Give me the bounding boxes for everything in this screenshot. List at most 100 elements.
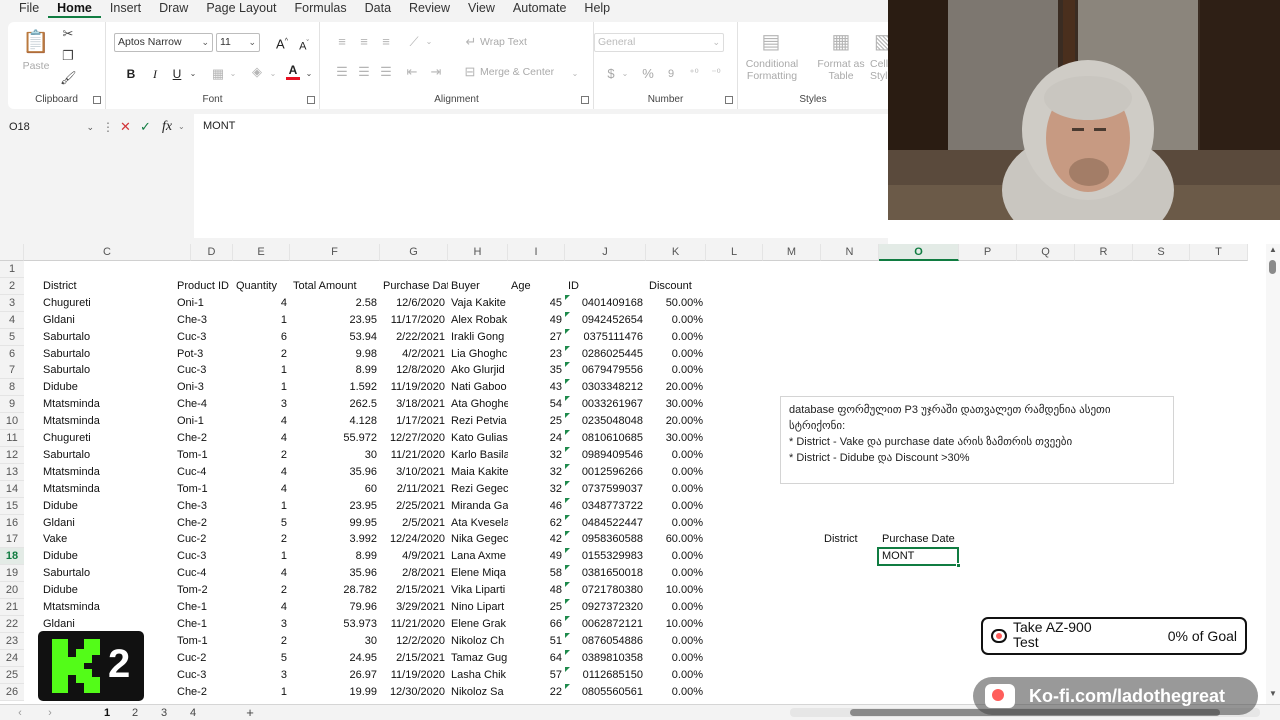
id-cell[interactable]: 0401409168 — [565, 294, 646, 312]
data-cell[interactable]: 24.95 — [290, 650, 380, 667]
data-cell[interactable]: 57 — [508, 667, 565, 684]
id-cell[interactable]: 0810610685 — [565, 430, 646, 447]
data-cell[interactable]: 262.5 — [290, 396, 380, 413]
format-as-table-icon[interactable]: ▦ — [828, 30, 854, 54]
kofi-link[interactable]: Ko-fi.com/ladothegreat — [1029, 684, 1225, 708]
chevron-down-icon[interactable]: ⌄ — [620, 66, 630, 82]
cell-styles-button[interactable]: CellStyles — [870, 58, 888, 82]
data-cell[interactable]: 60.00% — [646, 531, 706, 548]
data-cell[interactable]: Chugureti — [40, 430, 170, 447]
column-header-n[interactable]: N — [821, 244, 879, 261]
row-header-26[interactable]: 26 — [0, 683, 24, 701]
menu-data[interactable]: Data — [356, 0, 400, 18]
data-cell[interactable]: 2/5/2021 — [380, 515, 448, 532]
data-cell[interactable]: Gldani — [40, 312, 170, 329]
data-cell[interactable]: 53.973 — [290, 616, 380, 633]
id-cell[interactable]: 0235048048 — [565, 413, 646, 430]
id-cell[interactable]: 0484522447 — [565, 514, 646, 532]
data-cell[interactable]: 2/8/2021 — [380, 565, 448, 582]
data-cell[interactable]: 12/8/2020 — [380, 362, 448, 379]
conditional-formatting-icon[interactable]: ▤ — [758, 30, 784, 54]
data-cell[interactable]: 27 — [508, 329, 565, 346]
data-cell[interactable]: 4.128 — [290, 413, 380, 430]
data-cell[interactable]: Oni-1 — [174, 413, 232, 430]
data-cell[interactable]: 30.00% — [646, 396, 706, 413]
data-cell[interactable]: Mtatsminda — [40, 464, 170, 481]
data-cell[interactable]: Pot-3 — [174, 346, 232, 363]
data-cell[interactable]: 55.972 — [290, 430, 380, 447]
id-cell[interactable]: 0348773722 — [565, 497, 646, 515]
id-cell[interactable]: 0958360588 — [565, 531, 646, 548]
data-cell[interactable]: 32 — [508, 447, 565, 464]
column-header-j[interactable]: J — [565, 244, 646, 261]
data-cell[interactable]: Maia Kakite — [448, 464, 508, 481]
chevron-down-icon[interactable]: ⌄ — [268, 66, 278, 82]
id-cell[interactable]: 0012596266 — [565, 463, 646, 481]
data-cell[interactable]: 9.98 — [290, 346, 380, 363]
row-header-4[interactable]: 4 — [0, 311, 24, 329]
data-cell[interactable]: Didube — [40, 548, 170, 565]
data-cell[interactable]: 0.00% — [646, 312, 706, 329]
sheet-tab-1[interactable]: 1 — [100, 706, 114, 720]
column-header-h[interactable]: H — [448, 244, 508, 261]
data-cell[interactable]: 11/19/2020 — [380, 667, 448, 684]
row-header-15[interactable]: 15 — [0, 497, 24, 515]
header-cell[interactable]: Buyer — [448, 278, 508, 295]
data-cell[interactable]: 30 — [290, 633, 380, 650]
row-header-12[interactable]: 12 — [0, 446, 24, 464]
data-cell[interactable]: Saburtalo — [40, 447, 170, 464]
data-cell[interactable]: 43 — [508, 379, 565, 396]
data-cell[interactable]: Nati Gaboo — [448, 379, 508, 396]
id-cell[interactable]: 0989409546 — [565, 446, 646, 464]
font-launcher-icon[interactable] — [307, 96, 315, 104]
data-cell[interactable]: Vake — [40, 531, 170, 548]
data-cell[interactable]: Che-1 — [174, 599, 232, 616]
decrease-indent-icon[interactable]: ⇤ — [404, 64, 420, 80]
row-header-9[interactable]: 9 — [0, 396, 24, 414]
header-cell[interactable]: Total Amount — [290, 278, 380, 295]
data-cell[interactable]: Mtatsminda — [40, 599, 170, 616]
data-cell[interactable]: 2/22/2021 — [380, 329, 448, 346]
merge-center-button[interactable]: Merge & Center — [480, 66, 554, 78]
data-cell[interactable]: 25 — [508, 413, 565, 430]
data-cell[interactable]: 12/30/2020 — [380, 684, 448, 701]
column-header-l[interactable]: L — [706, 244, 763, 261]
data-cell[interactable]: 58 — [508, 565, 565, 582]
data-cell[interactable]: 24 — [508, 430, 565, 447]
data-cell[interactable]: 0.00% — [646, 565, 706, 582]
data-cell[interactable]: 23.95 — [290, 312, 380, 329]
data-cell[interactable]: Lasha Chik — [448, 667, 508, 684]
data-cell[interactable]: 3 — [233, 396, 290, 413]
data-cell[interactable]: Cuc-4 — [174, 565, 232, 582]
id-cell[interactable]: 0389810358 — [565, 649, 646, 667]
active-cell[interactable]: MONT — [877, 547, 961, 568]
data-cell[interactable]: Rezi Gegec — [448, 481, 508, 498]
chevron-down-icon[interactable]: ⌄ — [570, 66, 580, 82]
data-cell[interactable]: Ata Kvesela — [448, 515, 508, 532]
row-header-3[interactable]: 3 — [0, 294, 24, 312]
data-cell[interactable]: Kato Gulias — [448, 430, 508, 447]
data-cell[interactable]: 10.00% — [646, 616, 706, 633]
data-cell[interactable]: 62 — [508, 515, 565, 532]
data-cell[interactable]: Karlo Basila — [448, 447, 508, 464]
data-cell[interactable]: Mtatsminda — [40, 413, 170, 430]
menu-formulas[interactable]: Formulas — [286, 0, 356, 18]
id-cell[interactable]: 0942452654 — [565, 311, 646, 329]
data-cell[interactable]: 32 — [508, 481, 565, 498]
data-cell[interactable]: 35.96 — [290, 565, 380, 582]
decrease-decimal-icon[interactable]: ⁻⁰ — [708, 66, 724, 82]
column-header-e[interactable]: E — [233, 244, 290, 261]
data-cell[interactable]: Cuc-3 — [174, 329, 232, 346]
data-cell[interactable]: 5 — [233, 650, 290, 667]
data-cell[interactable]: 46 — [508, 498, 565, 515]
row-header-20[interactable]: 20 — [0, 582, 24, 600]
borders-icon[interactable]: ▦ — [210, 66, 226, 82]
id-cell[interactable]: 0927372320 — [565, 599, 646, 616]
sheet-tab-2[interactable]: 2 — [128, 706, 142, 720]
scroll-down-icon[interactable]: ▼ — [1269, 690, 1277, 698]
data-cell[interactable]: 0.00% — [646, 633, 706, 650]
data-cell[interactable]: Saburtalo — [40, 329, 170, 346]
data-cell[interactable]: Oni-3 — [174, 379, 232, 396]
data-cell[interactable]: 0.00% — [646, 447, 706, 464]
insert-function-button[interactable]: fx — [162, 118, 172, 136]
